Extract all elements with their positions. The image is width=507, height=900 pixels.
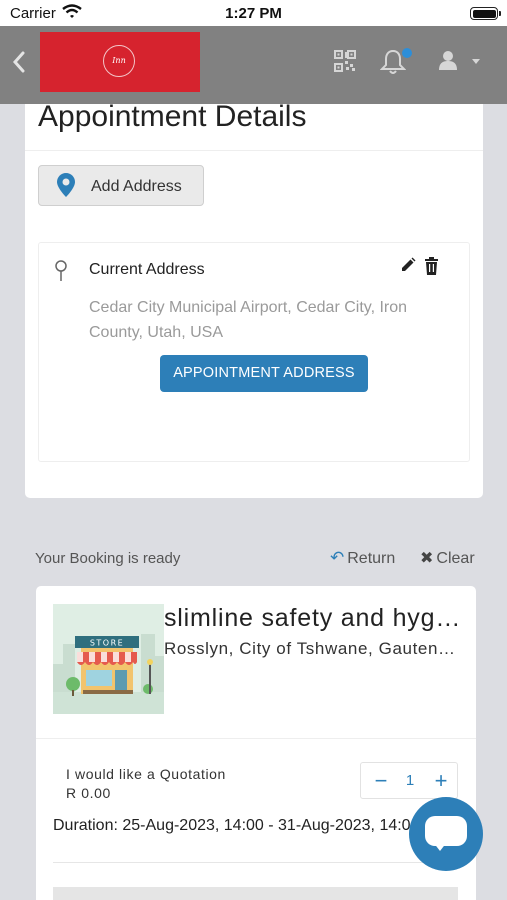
booking-ready-label: Your Booking is ready (35, 550, 181, 567)
next-section-placeholder (53, 887, 458, 900)
top-navbar: Inn (0, 26, 507, 104)
current-address-title: Current Address (89, 261, 205, 278)
store-name[interactable]: slimline safety and hygiene (164, 604, 464, 633)
user-icon[interactable] (438, 50, 458, 75)
map-pin-icon (57, 173, 75, 202)
chat-button[interactable] (409, 797, 483, 871)
pencil-icon[interactable] (400, 257, 416, 278)
clear-label: Clear (436, 550, 475, 567)
store-sign-text: STORE (90, 639, 124, 648)
chevron-left-icon[interactable] (12, 51, 26, 78)
qr-code-icon[interactable] (334, 50, 356, 77)
add-address-label: Add Address (91, 178, 182, 195)
status-bar: Carrier 1:27 PM (0, 0, 507, 26)
divider (36, 738, 476, 739)
location-pin-icon (54, 260, 68, 287)
divider (53, 862, 458, 863)
quantity-stepper: − 1 + (360, 762, 458, 799)
notification-dot (402, 48, 412, 58)
increment-button[interactable]: + (427, 766, 455, 796)
clock: 1:27 PM (225, 5, 282, 22)
appointment-address-button[interactable]: APPOINTMENT ADDRESS (160, 355, 368, 392)
undo-icon: ↶ (330, 548, 345, 567)
divider (25, 150, 483, 151)
return-button[interactable]: ↶ Return (330, 548, 395, 568)
clear-button[interactable]: ✖ Clear (420, 548, 475, 568)
item-price: R 0.00 (66, 785, 111, 801)
current-address-text: Cedar City Municipal Airport, Cedar City… (89, 299, 408, 341)
add-address-button[interactable]: Add Address (38, 165, 204, 206)
close-icon: ✖ (420, 550, 434, 567)
duration-text: Duration: 25-Aug-2023, 14:00 - 31-Aug-20… (53, 817, 420, 834)
quantity-value[interactable]: 1 (399, 772, 421, 789)
page-title: Appointment Details (38, 100, 307, 133)
decrement-button[interactable]: − (367, 766, 395, 796)
brand-logo[interactable]: Inn (40, 32, 200, 92)
logo-text: Inn (112, 56, 126, 65)
battery-icon (470, 7, 501, 20)
trash-icon[interactable] (424, 257, 439, 280)
chat-icon-tail (433, 842, 447, 851)
caret-down-icon[interactable] (472, 59, 480, 64)
return-label: Return (347, 550, 396, 567)
store-location: Rosslyn, City of Tshwane, Gauteng, South… (164, 639, 460, 658)
logo-badge: Inn (103, 45, 135, 77)
current-address-card: Current Address Cedar City Municipal Air… (38, 242, 470, 462)
item-label: I would like a Quotation (66, 766, 226, 782)
store-image[interactable]: STORE (53, 604, 164, 714)
